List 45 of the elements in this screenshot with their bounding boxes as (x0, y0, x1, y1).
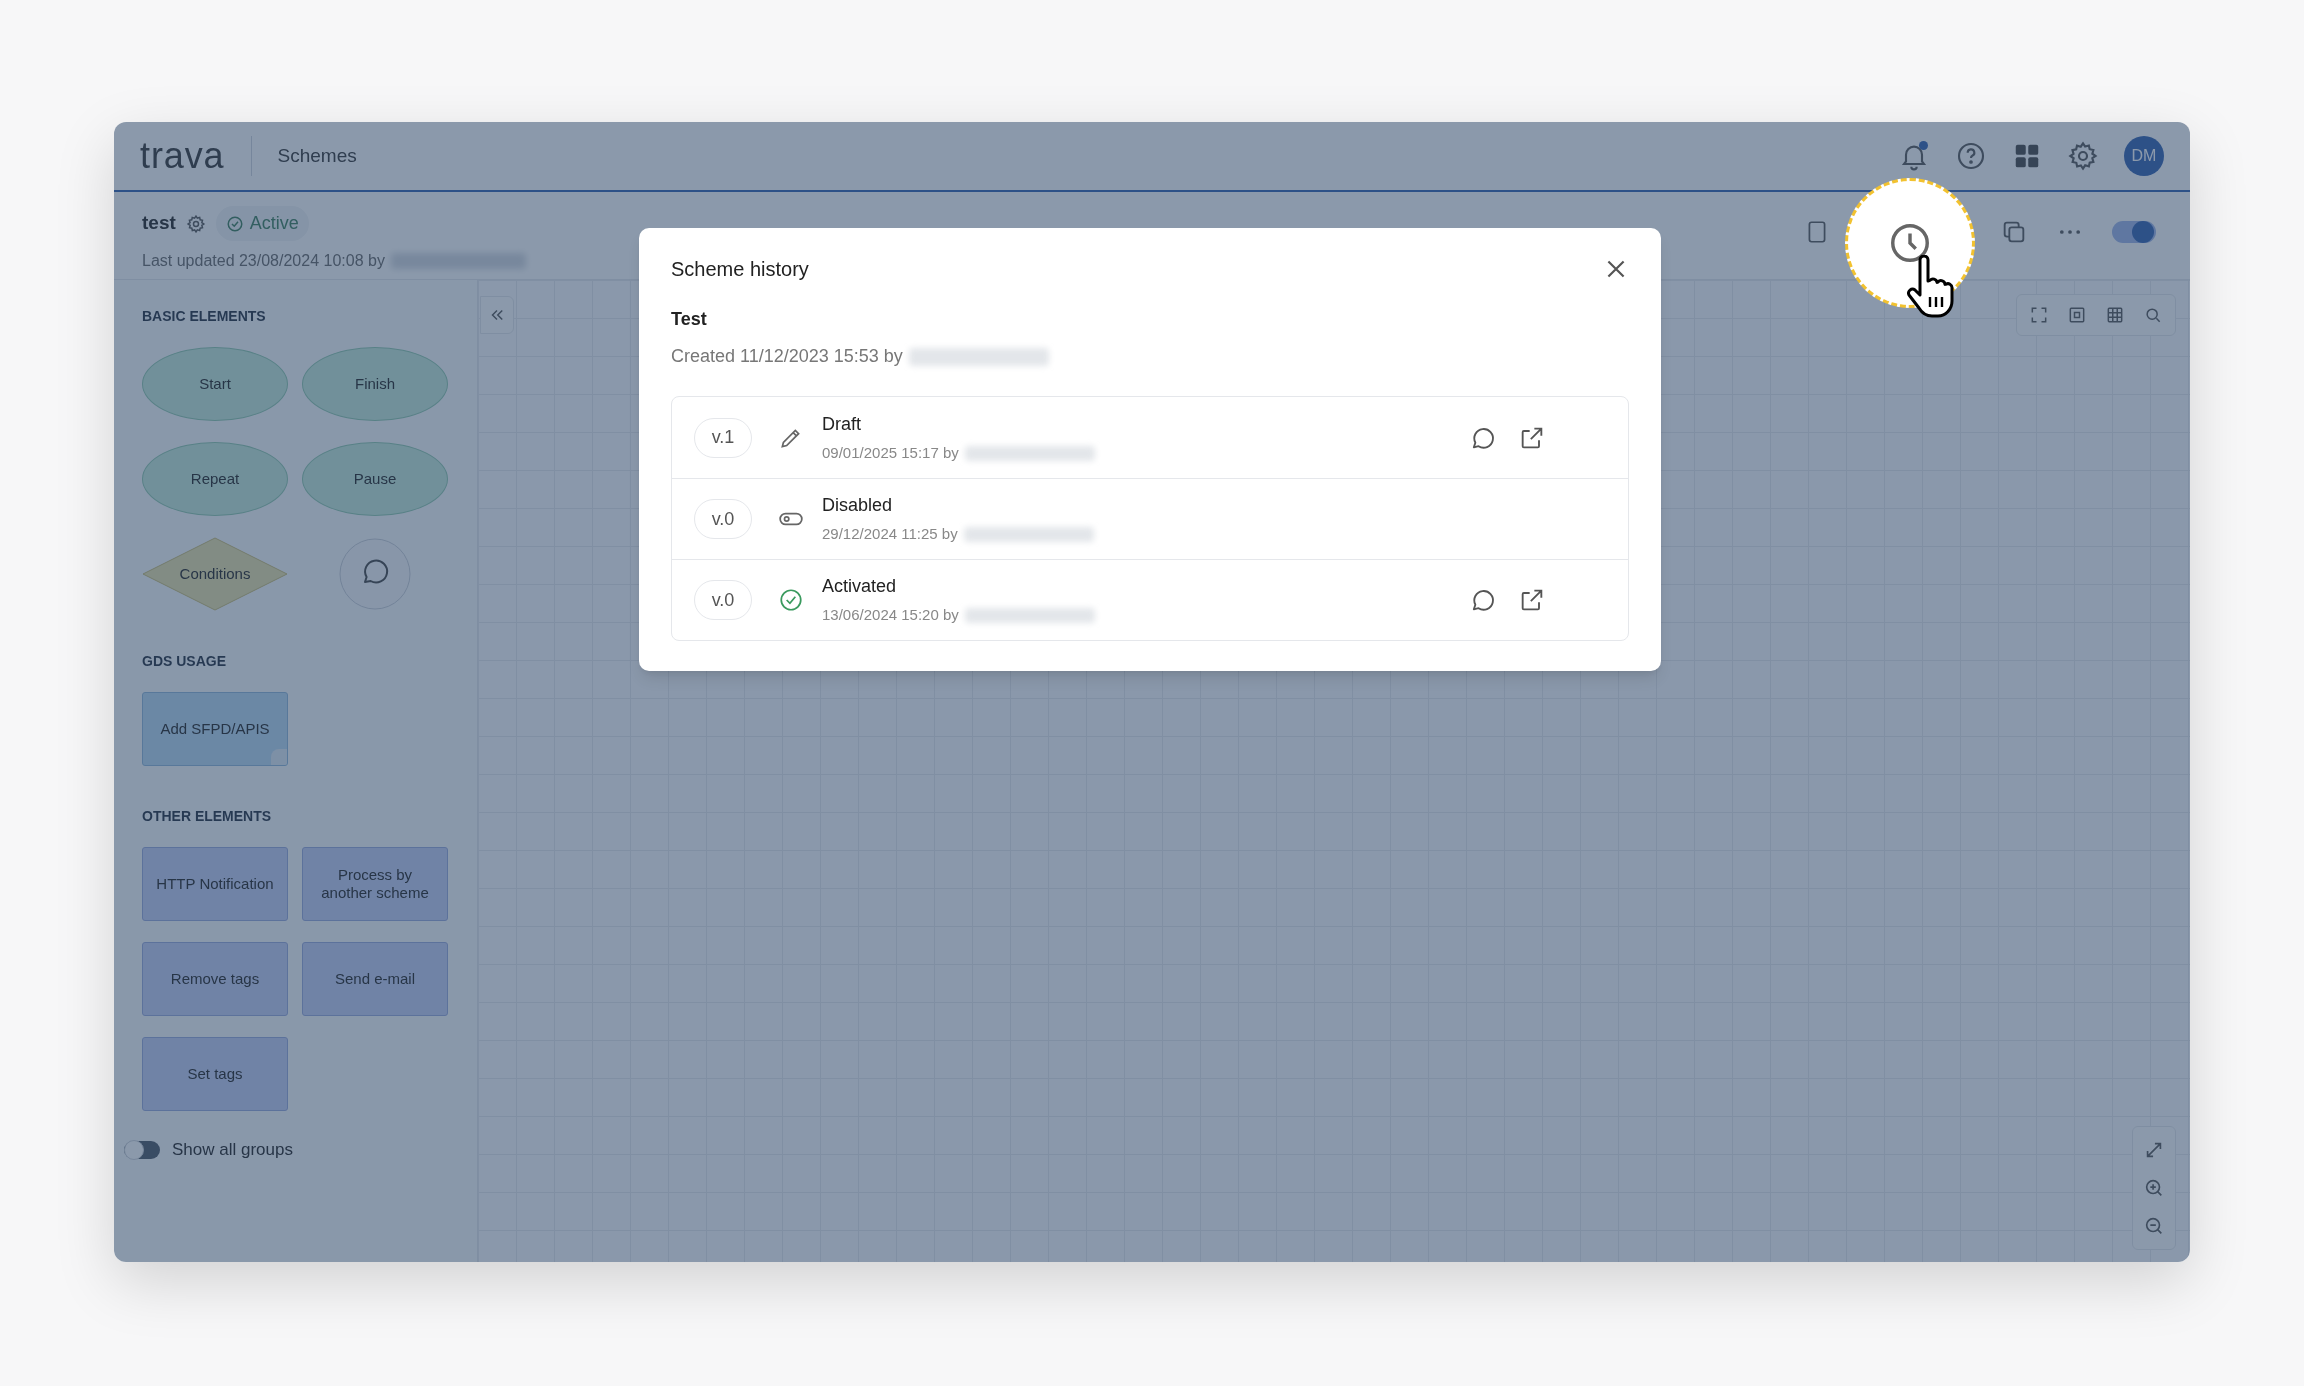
grid-icon[interactable] (2105, 305, 2125, 325)
settings-icon[interactable] (2067, 140, 2099, 172)
minimap-icon[interactable] (2067, 305, 2087, 325)
version-time: 13/06/2024 15:20 by (822, 605, 959, 626)
version-time: 29/12/2024 11:25 by (822, 524, 958, 545)
scheme-name: Test (671, 308, 708, 331)
check-circle-icon (225, 214, 244, 233)
action-element[interactable]: Remove tags (142, 942, 288, 1016)
toggle-label: Show all groups (172, 1139, 293, 1161)
logo: trava (140, 138, 225, 174)
version-status: Activated (822, 575, 898, 599)
document-element[interactable]: Add SFPD/APIS (142, 692, 288, 766)
diamond-element[interactable]: Conditions (142, 537, 288, 611)
collapse-sidebar-button[interactable] (480, 296, 514, 334)
action-element[interactable]: Set tags (142, 1037, 288, 1111)
search-icon[interactable] (2143, 305, 2163, 325)
scheme-name: test (142, 211, 176, 236)
ellipse-element[interactable]: Finish (302, 347, 448, 421)
version-status: Disabled (822, 494, 894, 518)
ellipse-element[interactable]: Repeat (142, 442, 288, 516)
action-element[interactable]: Process by another scheme (302, 847, 448, 921)
ellipse-element[interactable]: Pause (302, 442, 448, 516)
help-icon[interactable] (1955, 140, 1987, 172)
status-badge: Active (215, 206, 309, 241)
version-status: Draft (822, 412, 862, 436)
created-text: Created 11/12/2023 15:53 by (671, 345, 903, 368)
fit-screen-icon[interactable] (2029, 305, 2049, 325)
dialog-title: Scheme history (671, 257, 809, 282)
section-heading: OTHER ELEMENTS (142, 807, 273, 826)
check-circle-icon (778, 587, 804, 613)
user-avatar[interactable]: DM (2124, 136, 2164, 176)
version-time: 09/01/2025 15:17 by (822, 442, 959, 463)
section-heading: GDS USAGE (142, 652, 227, 671)
action-element[interactable]: HTTP Notification (142, 847, 288, 921)
show-all-toggle[interactable] (124, 1140, 160, 1159)
zoom-out-icon[interactable] (2143, 1215, 2165, 1237)
ellipse-element[interactable]: Start (142, 347, 288, 421)
zoom-in-icon[interactable] (2143, 1177, 2165, 1199)
enable-toggle[interactable] (2112, 221, 2156, 243)
action-element[interactable]: Send e-mail (302, 942, 448, 1016)
settings-icon[interactable] (185, 213, 206, 234)
section-title: Schemes (277, 143, 357, 168)
section-heading: BASIC ELEMENTS (142, 307, 267, 326)
comment-element[interactable] (339, 538, 411, 610)
last-updated-text: Last updated 23/08/2024 10:08 by (142, 251, 385, 271)
